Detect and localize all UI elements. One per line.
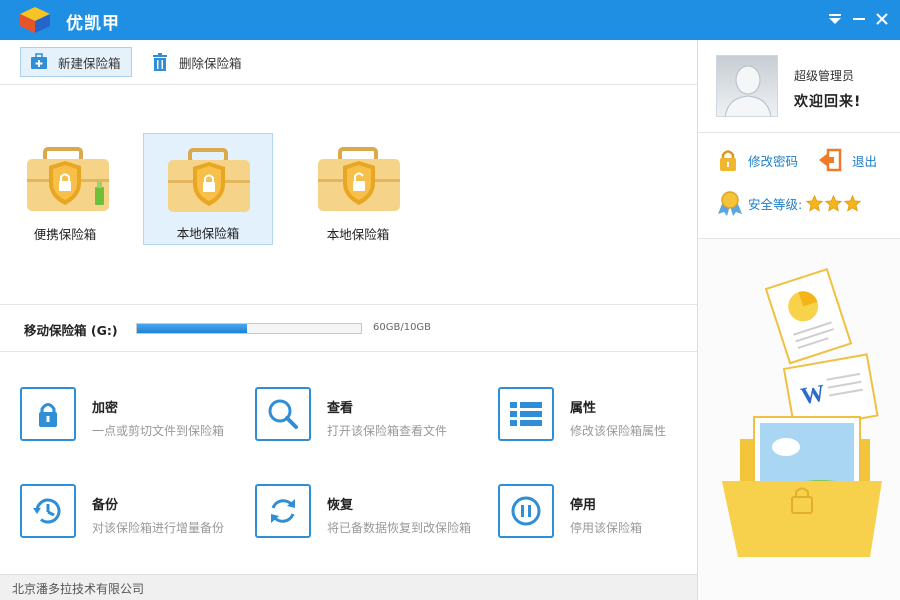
encrypt-button[interactable] [20,387,76,441]
action-desc: 一点或剪切文件到保险箱 [92,424,225,438]
logout-link[interactable]: 退出 [818,148,877,172]
lock-icon [39,403,57,427]
action-desc: 对该保险箱进行增量备份 [92,521,225,535]
logout-label: 退出 [852,153,878,169]
new-vault-icon [31,53,47,69]
local-vault-icon [168,148,250,212]
disable-button[interactable] [498,484,554,538]
vault-item-portable[interactable]: 便携保险箱 [0,133,130,245]
storage-progress-fill [137,324,247,333]
disable-action[interactable]: 停用 停用该保险箱 [498,484,718,544]
divider [698,132,900,133]
pause-icon [511,496,541,526]
restore-action[interactable]: 恢复 将已备数据恢复到改保险箱 [255,484,475,544]
trash-icon [153,53,167,71]
action-title: 属性 [570,401,597,416]
app-title: 优凯甲 [66,14,120,34]
logout-icon [819,148,842,172]
avatar [716,55,778,117]
view-action[interactable]: 查看 打开该保险箱查看文件 [255,387,475,447]
title-bar: 优凯甲 [0,0,900,40]
security-level: 安全等级: [716,190,863,216]
action-title: 备份 [92,498,119,513]
padlock-icon [720,150,736,171]
refresh-icon [271,499,295,523]
star-icon [806,194,824,212]
action-desc: 修改该保险箱属性 [570,424,667,438]
security-level-label: 安全等级: [748,196,803,212]
folder-illustration-area: W [698,239,900,600]
company-name: 北京潘多拉技术有限公司 [12,582,145,596]
user-panel: 超级管理员 欢迎回来! 修改密码 退出 安全等级: W [698,40,900,600]
minimize-icon[interactable] [850,10,868,28]
folder-illustration: W [722,267,882,557]
action-title: 加密 [92,401,119,416]
delete-vault-label: 删除保险箱 [179,55,242,71]
backup-clock-icon [33,498,61,524]
storage-usage-text: 60GB/10GB [373,322,432,333]
local-vault-unlocked-icon [318,147,400,211]
change-password-label: 修改密码 [748,153,799,169]
action-title: 停用 [570,498,597,513]
vault-item-local-selected[interactable]: 本地保险箱 [143,133,273,245]
vault-item-local[interactable]: 本地保险箱 [293,133,423,245]
storage-row: 移动保险箱 (G:) 60GB/10GB [0,305,697,351]
dropdown-icon[interactable] [826,10,844,28]
action-title: 查看 [327,401,354,416]
search-icon [268,399,298,429]
list-icon [510,402,542,426]
backup-action[interactable]: 备份 对该保险箱进行增量备份 [20,484,240,544]
properties-button[interactable] [498,387,554,441]
new-vault-button[interactable]: 新建保险箱 [20,47,132,77]
delete-vault-button[interactable]: 删除保险箱 [142,47,252,77]
vault-label: 便携保险箱 [33,227,97,242]
action-desc: 停用该保险箱 [570,521,643,535]
vault-label: 本地保险箱 [176,226,240,241]
user-avatar-icon [724,65,772,116]
vault-label: 本地保险箱 [326,227,390,242]
backup-button[interactable] [20,484,76,538]
star-icon [844,194,862,212]
user-name: 超级管理员 [794,69,855,83]
view-button[interactable] [255,387,311,441]
action-desc: 将已备数据恢复到改保险箱 [327,521,472,535]
properties-action[interactable]: 属性 修改该保险箱属性 [498,387,718,447]
encrypt-action[interactable]: 加密 一点或剪切文件到保险箱 [20,387,240,447]
star-icon [825,194,843,212]
portable-vault-icon [27,147,109,211]
app-logo-icon [20,7,50,33]
medal-icon [718,191,742,216]
divider [0,351,697,352]
vault-list: 便携保险箱 本地保险箱 本地保险箱 [0,86,697,304]
status-bar: 北京潘多拉技术有限公司 [0,574,697,600]
restore-button[interactable] [255,484,311,538]
toolbar: 新建保险箱 删除保险箱 [0,40,697,85]
change-password-link[interactable]: 修改密码 [716,148,798,172]
close-icon[interactable] [873,10,891,28]
welcome-text: 欢迎回来! [794,94,862,110]
action-title: 恢复 [327,498,354,513]
storage-progress-bar [136,323,362,334]
action-desc: 打开该保险箱查看文件 [327,424,448,438]
storage-label: 移动保险箱 (G:) [24,323,118,338]
svg-text:W: W [799,380,827,410]
new-vault-label: 新建保险箱 [58,55,121,71]
security-stars [806,194,863,212]
